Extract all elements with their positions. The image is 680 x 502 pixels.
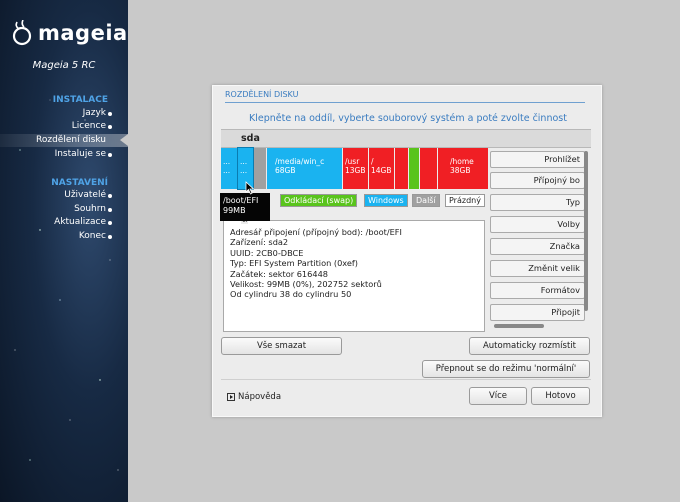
sidebar-item-license: Licence bbox=[0, 120, 128, 133]
partition-details-box: Adresář připojení (přípojný bod): /boot/… bbox=[223, 220, 485, 332]
view-button[interactable]: Prohlížet bbox=[490, 151, 585, 168]
partition-segment-swap[interactable] bbox=[409, 148, 419, 189]
actions-panel: Prohlížet Přípojný bo Typ Volby Značka Z… bbox=[490, 148, 590, 331]
partition-label: ... bbox=[240, 157, 248, 166]
mageia-logo: mageia bbox=[10, 20, 128, 46]
sidebar-item-label: Konec bbox=[78, 231, 106, 241]
detail-device: Zařízení: sda2 bbox=[230, 237, 289, 248]
dialog-title: ROZDĚLENÍ DISKU bbox=[225, 90, 299, 99]
partition-bar: ...... ...... /media/win_c 68GB /usr 13GB … bbox=[221, 147, 488, 190]
sidebar-item-label: Jazyk bbox=[82, 108, 106, 118]
version-label: Mageia 5 RC bbox=[32, 60, 96, 71]
partition-segment[interactable]: /usr 13GB bbox=[343, 148, 368, 189]
section-install: INSTALACE bbox=[52, 95, 108, 105]
sidebar-item-exit: Konec bbox=[0, 230, 128, 243]
detail-cylinders: Od cylindru 38 do cylindru 50 bbox=[230, 289, 352, 300]
sidebar-item-summary: Souhrn bbox=[0, 203, 128, 216]
legend-other: Další bbox=[412, 194, 440, 207]
partition-segment[interactable] bbox=[254, 148, 266, 189]
instruction-text: Klepněte na oddíl, vyberte souborový sys… bbox=[249, 113, 567, 124]
sidebar: mageia Mageia 5 RC INSTALACE Jazyk Licen… bbox=[0, 0, 128, 502]
partition-segment[interactable]: /home 38GB bbox=[438, 148, 488, 189]
step-dot-icon bbox=[108, 112, 112, 116]
step-dot-icon bbox=[108, 194, 112, 198]
legend-swap: Odkládací (swap) bbox=[280, 194, 358, 207]
sidebar-item-users: Uživatelé bbox=[0, 189, 128, 202]
step-dot-icon bbox=[108, 153, 112, 157]
mageia-logo-icon bbox=[12, 20, 32, 46]
help-link[interactable]: Nápověda bbox=[227, 392, 281, 402]
actions-vertical-scrollbar[interactable] bbox=[584, 151, 588, 311]
mouse-pointer-icon bbox=[245, 181, 255, 195]
partition-size: 68GB bbox=[275, 166, 296, 175]
partition-segment[interactable] bbox=[420, 148, 437, 189]
dialog-footer-divider bbox=[221, 379, 591, 380]
partition-size: ... bbox=[223, 166, 231, 175]
partition-label: /media/win_c bbox=[275, 157, 325, 166]
sidebar-item-label: Rozdělení disku bbox=[36, 135, 106, 145]
starfield-background bbox=[14, 99, 119, 471]
partition-segment[interactable]: /media/win_c 68GB bbox=[267, 148, 342, 189]
step-dot-icon bbox=[108, 208, 112, 212]
title-divider bbox=[225, 102, 585, 103]
partition-segment[interactable]: ...... bbox=[221, 148, 237, 189]
play-icon bbox=[227, 393, 235, 401]
disk-tab-bar: sda bbox=[221, 129, 591, 148]
options-button[interactable]: Volby bbox=[490, 216, 585, 233]
sidebar-item-label: Uživatelé bbox=[64, 190, 106, 200]
label-button[interactable]: Značka bbox=[490, 238, 585, 255]
partition-label: /home bbox=[450, 157, 474, 166]
type-button[interactable]: Typ bbox=[490, 194, 585, 211]
partition-size: ... bbox=[240, 166, 248, 175]
partition-size: 13GB bbox=[345, 166, 366, 175]
tooltip-size: 99MB bbox=[223, 206, 246, 215]
mount-point-button[interactable]: Přípojný bo bbox=[490, 172, 585, 189]
sidebar-item-language: Jazyk bbox=[0, 107, 128, 120]
partition-tooltip: /boot/EFI 99MB bbox=[220, 193, 270, 221]
partition-size: 14GB bbox=[371, 166, 392, 175]
sidebar-item-label: Aktualizace bbox=[54, 217, 106, 227]
sidebar-item-label: Souhrn bbox=[74, 204, 106, 214]
toggle-mode-button[interactable]: Přepnout se do režimu 'normální' bbox=[422, 360, 590, 378]
partition-details: Adresář připojení (přípojný bod): /boot/… bbox=[230, 227, 402, 300]
detail-uuid: UUID: 2CB0-DBCE bbox=[230, 247, 304, 258]
partition-label: ... bbox=[223, 157, 231, 166]
partition-label: /usr bbox=[345, 157, 360, 166]
more-button[interactable]: Více bbox=[469, 387, 527, 405]
mount-button[interactable]: Připojit bbox=[490, 304, 585, 321]
done-button[interactable]: Hotovo bbox=[531, 387, 590, 405]
legend-empty: Prázdný bbox=[445, 194, 485, 207]
resize-button[interactable]: Změnit velik bbox=[490, 260, 585, 277]
sidebar-item-updates: Aktualizace bbox=[0, 216, 128, 229]
partitioning-dialog: ROZDĚLENÍ DISKU Klepněte na oddíl, vyber… bbox=[212, 85, 602, 417]
sidebar-item-label: Instaluje se bbox=[54, 149, 106, 159]
actions-horizontal-scrollbar[interactable] bbox=[494, 324, 544, 328]
detail-start: Začátek: sektor 616448 bbox=[230, 268, 328, 279]
tooltip-mount: /boot/EFI bbox=[223, 196, 259, 205]
clear-all-button[interactable]: Vše smazat bbox=[221, 337, 342, 355]
sidebar-item-installing: Instaluje se bbox=[0, 148, 128, 161]
step-dot-icon bbox=[108, 221, 112, 225]
tab-sda[interactable]: sda bbox=[241, 133, 260, 144]
format-button[interactable]: Formátov bbox=[490, 282, 585, 299]
logo-text: mageia bbox=[38, 21, 128, 45]
sidebar-item-label: Licence bbox=[71, 121, 106, 131]
auto-allocate-button[interactable]: Automaticky rozmístit bbox=[469, 337, 590, 355]
section-settings: NASTAVENÍ bbox=[51, 178, 108, 188]
partition-segment[interactable] bbox=[395, 148, 408, 189]
partition-size: 38GB bbox=[450, 166, 471, 175]
detail-type: Typ: EFI System Partition (0xef) bbox=[230, 258, 358, 269]
step-dot-icon bbox=[108, 235, 112, 239]
partition-label: / bbox=[371, 157, 374, 166]
legend-windows: Windows bbox=[364, 194, 408, 207]
sidebar-item-partitioning: Rozdělení disku bbox=[0, 134, 128, 147]
partition-segment[interactable]: /14GB bbox=[369, 148, 394, 189]
step-dot-icon bbox=[108, 125, 112, 129]
detail-size: Velikost: 99MB (0%), 202752 sektorů bbox=[230, 279, 382, 290]
detail-mount-point: Adresář připojení (přípojný bod): /boot/… bbox=[230, 227, 402, 237]
active-step-arrow-icon bbox=[120, 134, 128, 146]
help-label: Nápověda bbox=[238, 392, 282, 402]
